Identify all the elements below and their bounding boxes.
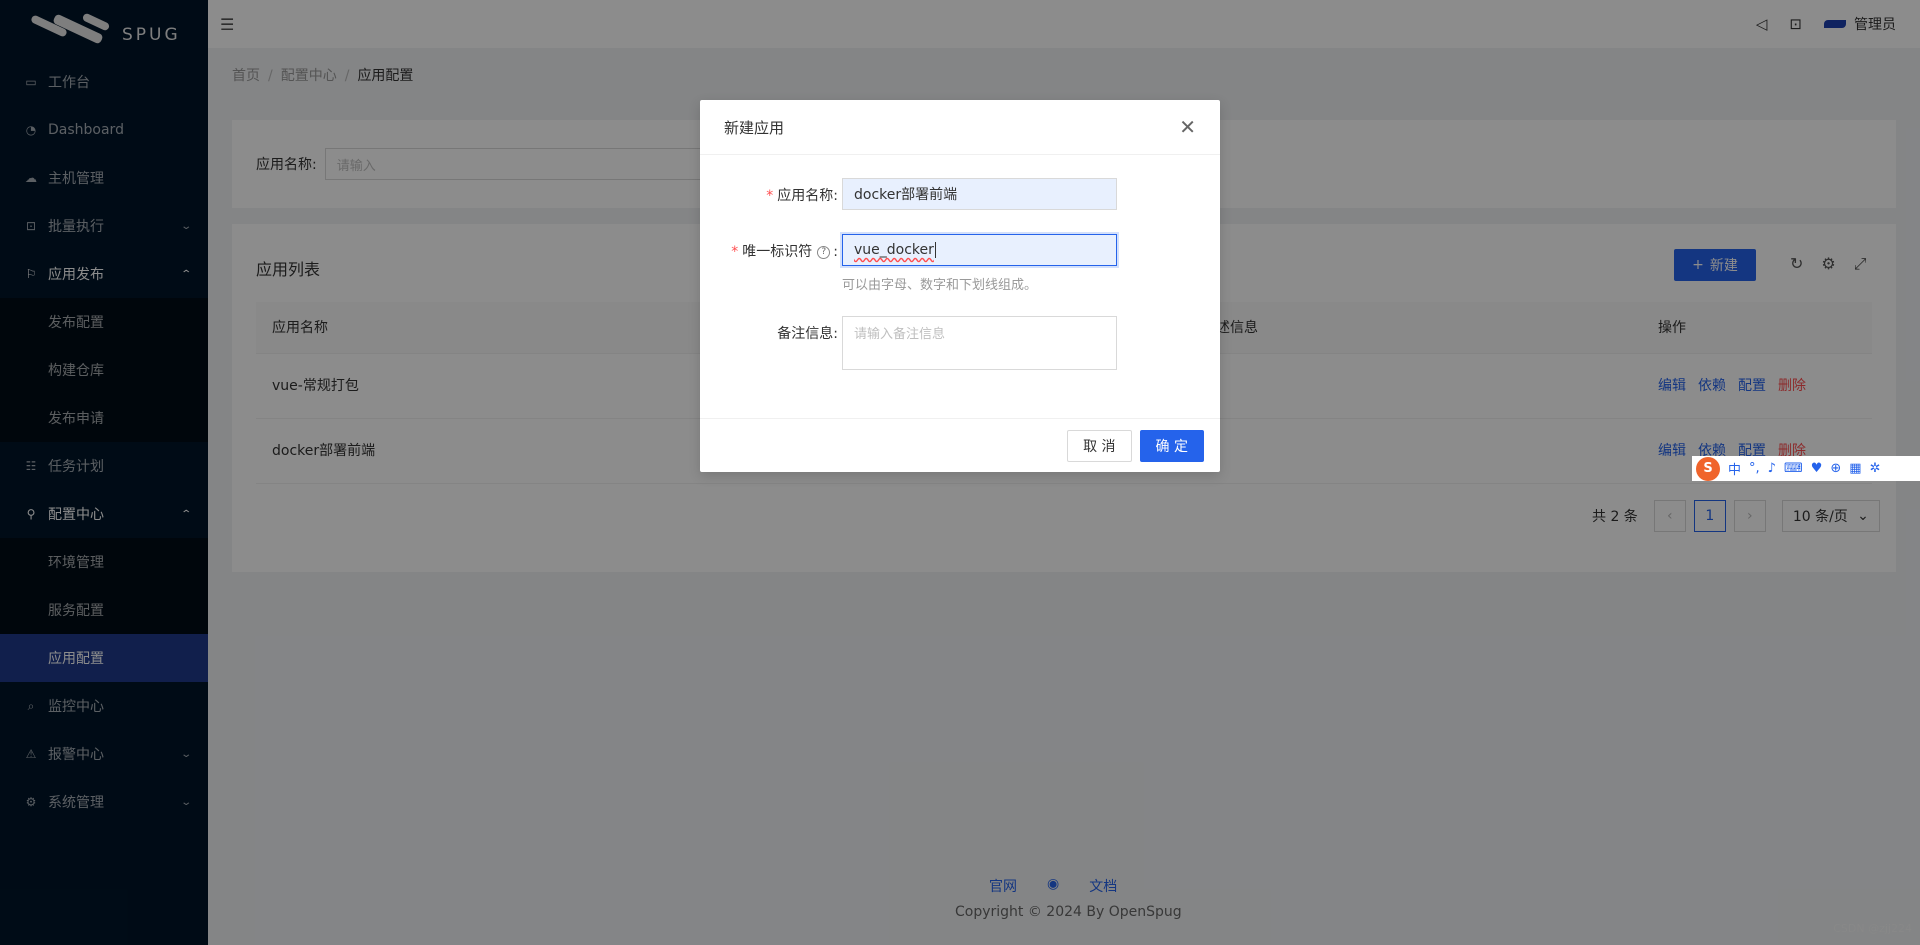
key-hint: 可以由字母、数字和下划线组成。 bbox=[842, 278, 1038, 293]
name-label: * 应用名称: bbox=[766, 188, 838, 204]
modal-title: 新建应用 bbox=[724, 118, 785, 137]
microphone-icon[interactable]: ♪ bbox=[1768, 461, 1776, 476]
ok-button[interactable]: 确 定 bbox=[1139, 429, 1204, 462]
key-label: * 唯一标识符?: bbox=[731, 244, 838, 260]
gamepad-icon[interactable]: ⊕ bbox=[1830, 461, 1841, 476]
new-app-modal: 新建应用 ✕ * 应用名称: docker部署前端 * 唯一标识符?: vue_do… bbox=[700, 100, 1220, 472]
desc-label: 备注信息: bbox=[777, 326, 838, 342]
apps-icon[interactable]: ▦ bbox=[1849, 461, 1861, 476]
app-name-input[interactable]: docker部署前端 bbox=[842, 178, 1117, 210]
ime-mode[interactable]: 中 bbox=[1728, 459, 1741, 478]
question-circle-icon[interactable]: ? bbox=[817, 245, 831, 259]
skin-icon[interactable]: ♥ bbox=[1811, 461, 1823, 476]
watermark: CSDN @zjj224 bbox=[1833, 922, 1912, 935]
settings-icon[interactable]: ✲ bbox=[1870, 461, 1881, 476]
keyboard-icon[interactable]: ⌨ bbox=[1784, 461, 1803, 476]
punctuation-icon[interactable]: °, bbox=[1749, 461, 1760, 476]
text-caret bbox=[934, 242, 936, 258]
modal-header: 新建应用 ✕ bbox=[700, 100, 1220, 155]
sogou-icon[interactable]: S bbox=[1696, 456, 1720, 481]
app-key-input[interactable]: vue_docker bbox=[842, 234, 1117, 266]
desc-textarea[interactable]: 请输入备注信息 bbox=[842, 316, 1117, 370]
cancel-button[interactable]: 取 消 bbox=[1067, 429, 1132, 462]
ime-toolbar: S 中 °, ♪ ⌨ ♥ ⊕ ▦ ✲ bbox=[1692, 456, 1920, 481]
modal-footer: 取 消 确 定 bbox=[700, 418, 1220, 472]
close-icon[interactable]: ✕ bbox=[1179, 115, 1196, 139]
